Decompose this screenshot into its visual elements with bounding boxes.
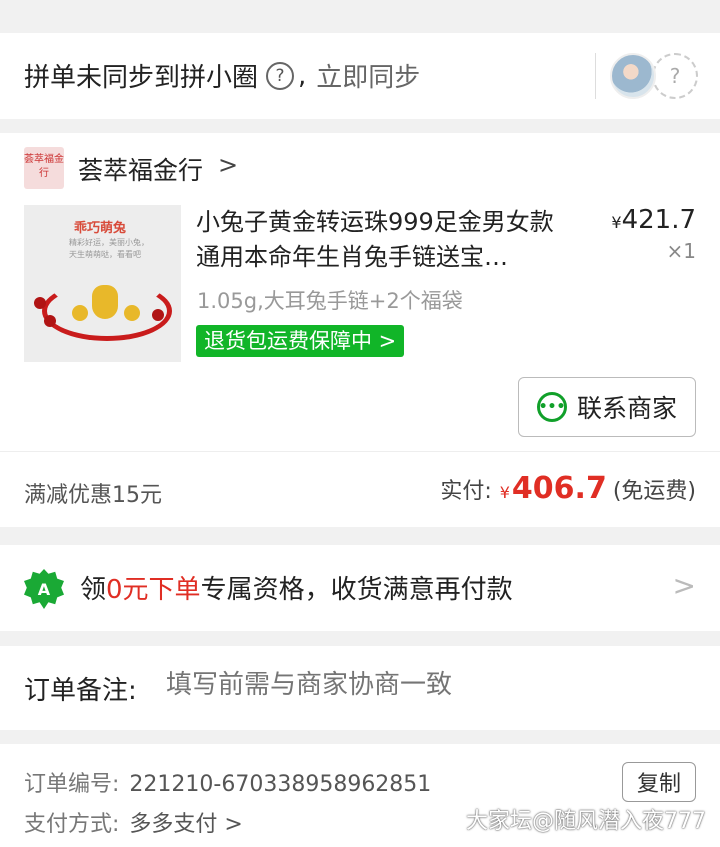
promo-highlight: 0元下单 — [106, 575, 201, 605]
sync-now-link[interactable]: 立即同步 — [316, 57, 420, 94]
payment-method-value: 多多支付 > — [129, 812, 243, 837]
order-number-row: 订单编号: 221210-670338958962851 — [24, 766, 431, 798]
chat-icon: ••• — [536, 392, 567, 422]
zero-yuan-promo[interactable]: A 领0元下单专属资格，收货满意再付款 > — [0, 545, 720, 631]
sync-status-text: 拼单未同步到拼小圈 — [24, 63, 259, 93]
promo-text-post: 专属资格，收货满意再付款 — [200, 575, 513, 605]
image-title: 乖巧萌兔 — [74, 221, 127, 236]
product-image[interactable]: 乖巧萌兔 精彩好运，美丽小兔，天生萌萌哒，看看吧 — [24, 205, 181, 362]
payment-method-label: 支付方式: — [24, 812, 120, 837]
order-card: 荟萃福金行 荟萃福金行 > 乖巧萌兔 精彩好运，美丽小兔，天生萌萌哒，看看吧 小… — [0, 133, 720, 527]
sync-status: 拼单未同步到拼小圈 ? , 立即同步 — [24, 57, 420, 94]
order-number: 221210-670338958962851 — [129, 772, 432, 797]
order-info: 订单编号: 221210-670338958962851 复制 支付方式: 多多支付… — [0, 744, 720, 847]
promo-text-pre: 领 — [80, 575, 107, 605]
divider — [0, 451, 720, 452]
remark-input[interactable] — [166, 670, 666, 700]
product-price: ¥421.7 — [611, 205, 696, 235]
discount-text: 满减优惠15元 — [24, 483, 162, 508]
product-quantity: ×1 — [666, 239, 696, 263]
copy-button[interactable]: 复制 — [622, 762, 696, 802]
shop-logo[interactable]: 荟萃福金行 — [24, 147, 64, 189]
shop-name[interactable]: 荟萃福金行 — [78, 151, 203, 187]
promo-text: 领0元下单专属资格，收货满意再付款 — [80, 569, 513, 606]
order-number-label: 订单编号: — [24, 772, 120, 797]
bead — [44, 315, 56, 327]
watermark: 大家坛@随风潜入夜777 — [466, 809, 706, 834]
divider — [595, 53, 596, 99]
sync-bar: 拼单未同步到拼小圈 ? , 立即同步 ? — [0, 33, 720, 119]
paid-currency: ¥ — [499, 483, 510, 502]
shipping-note: (免运费) — [612, 479, 696, 504]
image-subtitle: 精彩好运，美丽小兔，天生萌萌哒，看看吧 — [69, 238, 149, 259]
paid-amount: 406.7 — [511, 471, 607, 506]
bead — [124, 305, 140, 321]
contact-seller-label: 联系商家 — [576, 394, 677, 423]
amount-paid: 实付: ¥ 406.7 (免运费) — [440, 471, 696, 506]
return-shipping-badge[interactable]: 退货包运费保障中 > — [196, 325, 405, 357]
bead — [152, 309, 164, 321]
payment-method-row[interactable]: 支付方式: 多多支付 > — [24, 806, 243, 838]
avatar[interactable] — [610, 53, 656, 99]
order-remark: 订单备注: — [0, 646, 720, 730]
price-value: 421.7 — [621, 205, 696, 235]
bead — [34, 297, 46, 309]
avatar-placeholder[interactable]: ? — [652, 53, 698, 99]
product-spec: 1.05g,大耳兔手链+2个福袋 — [197, 289, 463, 313]
contact-seller-button[interactable]: ••• 联系商家 — [518, 377, 696, 437]
remark-label: 订单备注: — [24, 676, 137, 706]
badge-icon: A — [24, 569, 64, 609]
paid-label: 实付: — [440, 479, 492, 504]
chevron-right-icon[interactable]: > — [218, 151, 238, 179]
price-symbol: ¥ — [611, 213, 622, 232]
bunny-charm — [92, 285, 118, 319]
help-icon[interactable]: ? — [266, 61, 295, 90]
sync-comma: , — [298, 60, 307, 91]
bead — [72, 305, 88, 321]
product-title[interactable]: 小兔子黄金转运珠999足金男女款通用本命年生肖兔手链送宝… — [196, 205, 576, 275]
chevron-right-icon: > — [672, 569, 696, 602]
